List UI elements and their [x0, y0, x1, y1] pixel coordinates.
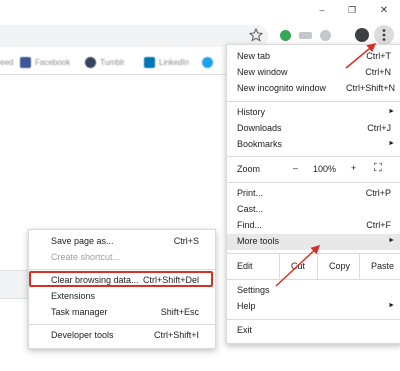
- arrow-to-menu-button: [345, 43, 377, 69]
- arrow-to-more-tools: [275, 244, 321, 287]
- annotation-arrows: [275, 43, 377, 287]
